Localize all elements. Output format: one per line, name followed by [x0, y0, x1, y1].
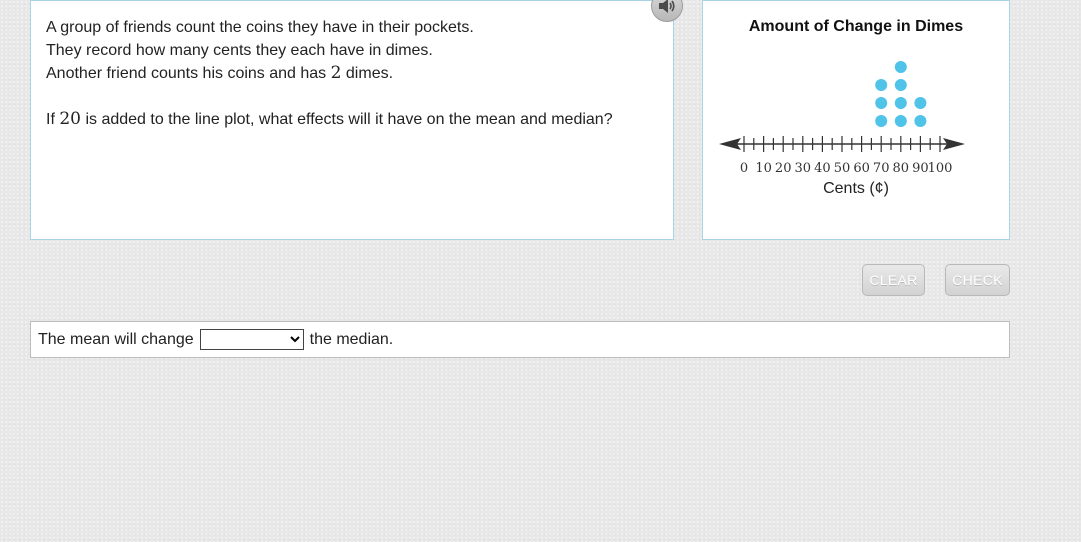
answer-dropdown[interactable] [199, 329, 304, 350]
data-dot [894, 97, 907, 109]
tick-label: 50 [834, 161, 851, 176]
data-dot [875, 115, 888, 127]
tick-label: 80 [893, 161, 910, 176]
dimes-count: 2 [330, 63, 342, 83]
answer-text-after: the median. [309, 330, 394, 348]
question-prompt-after: is added to the line plot, what effects … [85, 110, 613, 128]
question-prompt: If 20 is added to the line plot, what ef… [46, 108, 658, 132]
data-dot [894, 115, 907, 127]
question-line-1: A group of friends count the coins they … [46, 19, 474, 36]
answer-panel: The mean will change the median. [30, 321, 1010, 358]
data-dot [914, 97, 927, 109]
added-value: 20 [59, 108, 81, 129]
question-line-2: They record how many cents they each hav… [46, 41, 433, 59]
data-dot [875, 79, 888, 91]
tick-label: 10 [755, 161, 772, 176]
question-panel: A group of friends count the coins they … [30, 0, 674, 240]
tick-label: 40 [814, 161, 831, 176]
tick-label: 70 [873, 161, 890, 176]
tick-label: 90 [912, 161, 929, 176]
data-dot [875, 97, 888, 109]
data-dot [894, 79, 907, 91]
tick-label: 30 [795, 161, 812, 176]
data-dot [894, 61, 907, 73]
question-line-3-after: dimes. [345, 65, 394, 82]
data-dot [914, 115, 927, 127]
tick-label: 0 [740, 161, 748, 176]
tick-label: 60 [853, 161, 870, 176]
question-line-3: Another friend counts his coins and has … [46, 62, 658, 86]
dot-plot: 0 10 20 30 40 50 60 70 80 90100 Cents (¢) [719, 61, 965, 197]
x-axis-label: Cents (¢) [823, 180, 889, 197]
chart-panel: Amount of Change in Dimes 0 10 20 30 40 50 60 7… [702, 0, 1010, 240]
speaker-icon [659, 0, 675, 13]
question-line-3-before: Another friend counts his coins and has [46, 65, 327, 82]
question-prompt-before: If [46, 110, 55, 128]
check-button[interactable]: CHECK [945, 264, 1010, 296]
answer-text-before: The mean will change [38, 330, 194, 348]
tick-label: 20 [775, 161, 792, 176]
tick-label: 100 [928, 161, 953, 176]
clear-button[interactable]: CLEAR [862, 264, 925, 296]
